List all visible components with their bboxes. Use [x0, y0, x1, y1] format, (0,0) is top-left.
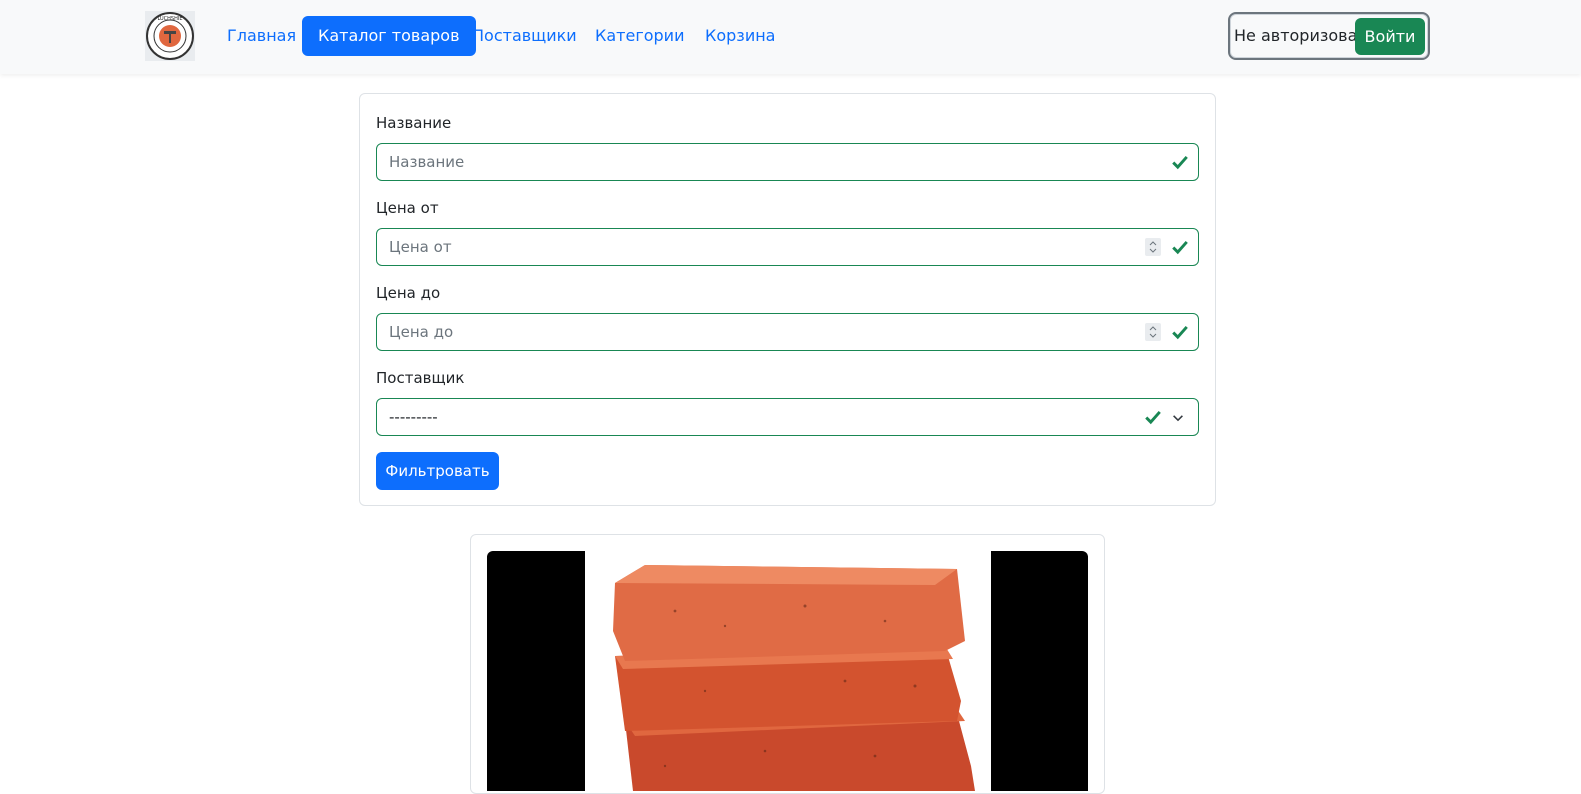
product-card	[470, 534, 1105, 794]
navbar: LUCHSHIE Главная Каталог товаров Поставщ…	[0, 0, 1581, 74]
filter-button[interactable]: Фильтровать	[376, 452, 499, 490]
price-from-placeholder: Цена от	[389, 238, 452, 256]
auth-panel: Не авторизован Войти	[1228, 12, 1430, 60]
supplier-label: Поставщик	[376, 369, 465, 387]
nav-item-home[interactable]: Главная	[211, 16, 312, 56]
login-button[interactable]: Войти	[1355, 18, 1425, 55]
brick-stack-image[interactable]	[487, 551, 1088, 791]
spinner-arrows-icon[interactable]	[1145, 238, 1161, 256]
price-from-input[interactable]: Цена от	[376, 228, 1199, 266]
brand-logo[interactable]: LUCHSHIE	[145, 11, 195, 61]
nav-item-categories[interactable]: Категории	[579, 16, 700, 56]
name-placeholder: Название	[389, 153, 465, 171]
price-from-label: Цена от	[376, 199, 439, 217]
nav-item-suppliers[interactable]: Поставщики	[456, 16, 593, 56]
nav-item-cart[interactable]: Корзина	[689, 16, 791, 56]
name-label: Название	[376, 114, 452, 132]
spinner-arrows-icon[interactable]	[1145, 323, 1161, 341]
auth-status: Не авторизован	[1234, 26, 1368, 45]
supplier-selected-value: ---------	[389, 408, 438, 426]
valid-check-icon	[1145, 410, 1161, 425]
supplier-select[interactable]: ---------	[376, 398, 1199, 436]
price-to-label: Цена до	[376, 284, 441, 302]
valid-check-icon	[1172, 325, 1188, 340]
valid-check-icon	[1172, 155, 1188, 170]
nav-item-catalog[interactable]: Каталог товаров	[302, 16, 476, 56]
filter-form: Название Название Цена от Цена от Цена д…	[359, 93, 1216, 506]
price-to-placeholder: Цена до	[389, 323, 454, 341]
price-to-input[interactable]: Цена до	[376, 313, 1199, 351]
chevron-down-icon	[1173, 415, 1183, 422]
name-input[interactable]: Название	[376, 143, 1199, 181]
svg-text:LUCHSHIE: LUCHSHIE	[157, 16, 182, 22]
valid-check-icon	[1172, 240, 1188, 255]
